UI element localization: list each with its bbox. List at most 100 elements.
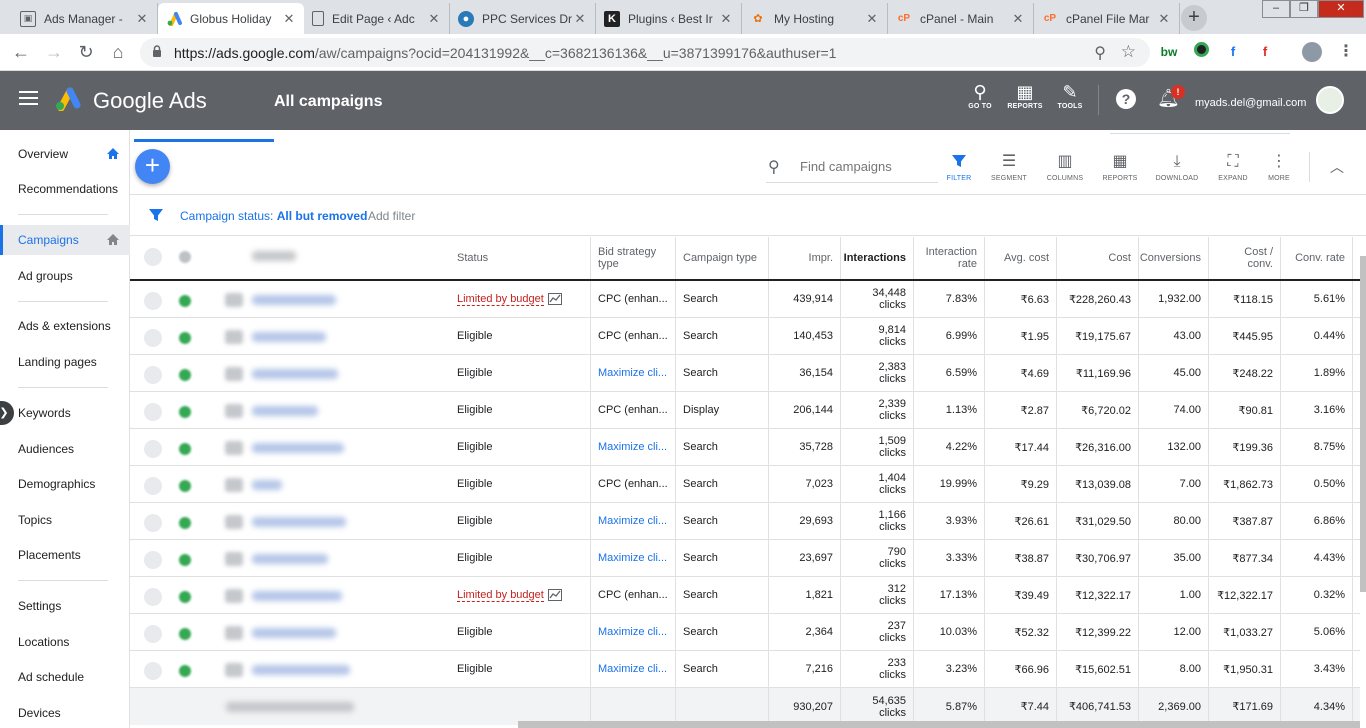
browser-tab[interactable]: ● PPC Services Dr ✕: [450, 3, 596, 34]
column-header-rate[interactable]: Interaction rate: [914, 237, 985, 279]
row-checkbox[interactable]: [144, 588, 162, 606]
extension-facebook-icon[interactable]: f: [1223, 42, 1243, 62]
column-header-type[interactable]: Campaign type: [676, 237, 769, 279]
campaign-name-link[interactable]: [252, 480, 282, 490]
close-icon[interactable]: ✕: [719, 11, 733, 27]
close-icon[interactable]: ✕: [427, 11, 441, 27]
table-row[interactable]: Eligible Maximize cli... Search 36,154 2,383…: [130, 355, 1360, 392]
nav-settings[interactable]: Settings: [0, 591, 130, 621]
nav-placements[interactable]: Placements: [0, 540, 130, 570]
browser-tab[interactable]: Edit Page ‹ Adc ✕: [304, 3, 450, 34]
close-icon[interactable]: ✕: [1011, 11, 1025, 27]
tools-button[interactable]: ✎ TOOLS: [1050, 81, 1090, 110]
campaign-name-link[interactable]: [252, 628, 336, 638]
row-checkbox[interactable]: [144, 292, 162, 310]
extension-facebook-red-icon[interactable]: f: [1255, 42, 1275, 62]
table-row[interactable]: Eligible Maximize cli... Search 7,216 233 cli…: [130, 651, 1360, 688]
campaign-name-link[interactable]: [252, 295, 336, 305]
row-checkbox[interactable]: [144, 625, 162, 643]
nav-overview[interactable]: Overview: [0, 139, 130, 169]
browser-menu-icon[interactable]: ⋮: [1336, 42, 1356, 62]
browser-tab[interactable]: ▣ Ads Manager - ✕: [12, 3, 158, 34]
row-checkbox[interactable]: [144, 662, 162, 680]
close-icon[interactable]: ✕: [282, 11, 296, 27]
table-row[interactable]: Eligible Maximize cli... Search 35,728 1,509…: [130, 429, 1360, 466]
column-header-costconv[interactable]: Cost / conv.: [1209, 237, 1281, 279]
maximize-button[interactable]: ❐: [1290, 0, 1318, 18]
bid-strategy[interactable]: Maximize cli...: [598, 515, 667, 527]
campaign-name-link[interactable]: [252, 665, 350, 675]
table-row[interactable]: Eligible Maximize cli... Search 23,697 790 cl…: [130, 540, 1360, 577]
profile-avatar-icon[interactable]: [1302, 42, 1322, 62]
bid-strategy[interactable]: Maximize cli...: [598, 552, 667, 564]
nav-keywords[interactable]: Keywords: [0, 398, 130, 428]
campaign-name-link[interactable]: [252, 369, 338, 379]
row-checkbox[interactable]: [144, 366, 162, 384]
browser-tab[interactable]: ✿ My Hosting ✕: [742, 3, 888, 34]
column-header-avgcost[interactable]: Avg. cost: [985, 237, 1057, 279]
close-icon[interactable]: ✕: [573, 11, 587, 27]
row-checkbox[interactable]: [144, 477, 162, 495]
filter-button[interactable]: FILTER: [934, 153, 984, 182]
row-checkbox[interactable]: [144, 514, 162, 532]
add-campaign-button[interactable]: +: [135, 149, 170, 184]
close-icon[interactable]: ✕: [1157, 11, 1171, 27]
row-checkbox[interactable]: [144, 403, 162, 421]
campaign-name-link[interactable]: [252, 406, 318, 416]
nav-audiences[interactable]: Audiences: [0, 434, 130, 464]
nav-demographics[interactable]: Demographics: [0, 469, 130, 499]
horizontal-scrollbar[interactable]: [518, 721, 1360, 728]
bookmark-star-icon[interactable]: ☆: [1121, 42, 1136, 62]
back-icon[interactable]: ←: [10, 41, 32, 63]
segment-button[interactable]: ☰ SEGMENT: [984, 153, 1034, 182]
zoom-icon[interactable]: ⚲: [1094, 43, 1106, 63]
browser-tab[interactable]: cP cPanel - Main ✕: [888, 3, 1034, 34]
campaign-name-link[interactable]: [252, 332, 326, 342]
minimize-button[interactable]: ‒: [1262, 0, 1290, 18]
columns-button[interactable]: ▥ COLUMNS: [1040, 153, 1090, 182]
bid-strategy[interactable]: Maximize cli...: [598, 441, 667, 453]
campaign-name-link[interactable]: [252, 443, 344, 453]
bid-strategy[interactable]: Maximize cli...: [598, 367, 667, 379]
column-header-conv[interactable]: Conversions: [1139, 237, 1209, 279]
select-all-checkbox[interactable]: [144, 248, 162, 266]
nav-ads-extensions[interactable]: Ads & extensions: [0, 311, 130, 341]
table-row[interactable]: Eligible CPC (enhan... Search 7,023 1,404 cli…: [130, 466, 1360, 503]
column-header-status[interactable]: Status: [450, 237, 591, 279]
trend-chart-icon[interactable]: [547, 589, 562, 601]
campaign-name-link[interactable]: [252, 591, 342, 601]
column-header-impr[interactable]: Impr.: [769, 237, 841, 279]
chevron-up-icon[interactable]: ︿: [1330, 157, 1344, 177]
expand-button[interactable]: ⛶ EXPAND: [1208, 153, 1258, 182]
nav-campaigns[interactable]: Campaigns: [0, 225, 130, 255]
browser-tab-active[interactable]: Globus Holiday ✕: [158, 3, 304, 34]
help-icon[interactable]: ?: [1116, 89, 1136, 109]
column-header-cost[interactable]: Cost: [1057, 237, 1139, 279]
campaign-name-link[interactable]: [252, 554, 328, 564]
row-checkbox[interactable]: [144, 440, 162, 458]
trend-chart-icon[interactable]: [547, 293, 562, 305]
address-bar[interactable]: https://ads.google.com/aw/campaigns?ocid…: [140, 38, 1150, 67]
vertical-scrollbar[interactable]: [1360, 256, 1366, 592]
bid-strategy[interactable]: Maximize cli...: [598, 626, 667, 638]
table-row[interactable]: Eligible Maximize cli... Search 29,693 1,166…: [130, 503, 1360, 540]
forward-icon[interactable]: →: [43, 41, 65, 63]
table-row[interactable]: Eligible CPC (enhan... Display 206,144 2,339…: [130, 392, 1360, 429]
extension-circle-icon[interactable]: [1191, 42, 1211, 62]
nav-devices[interactable]: Devices: [0, 698, 130, 728]
nav-ad-schedule[interactable]: Ad schedule: [0, 662, 130, 692]
bid-strategy[interactable]: Maximize cli...: [598, 663, 667, 675]
avatar[interactable]: [1316, 86, 1344, 114]
search-input[interactable]: [800, 159, 936, 174]
campaign-name-link[interactable]: [252, 517, 346, 527]
row-checkbox[interactable]: [144, 329, 162, 347]
add-filter-link[interactable]: Add filter: [368, 209, 415, 223]
campaign-status[interactable]: Limited by budget: [457, 293, 544, 306]
campaign-status-filter[interactable]: Campaign status: All but removed: [180, 209, 367, 223]
extension-bw-icon[interactable]: bw: [1159, 42, 1179, 62]
nav-locations[interactable]: Locations: [0, 627, 130, 657]
table-row[interactable]: Limited by budget CPC (enhan... Search 1,82…: [130, 577, 1360, 614]
close-icon[interactable]: ✕: [135, 11, 149, 27]
nav-ad-groups[interactable]: Ad groups: [0, 261, 130, 291]
reload-icon[interactable]: ↻: [75, 41, 97, 63]
